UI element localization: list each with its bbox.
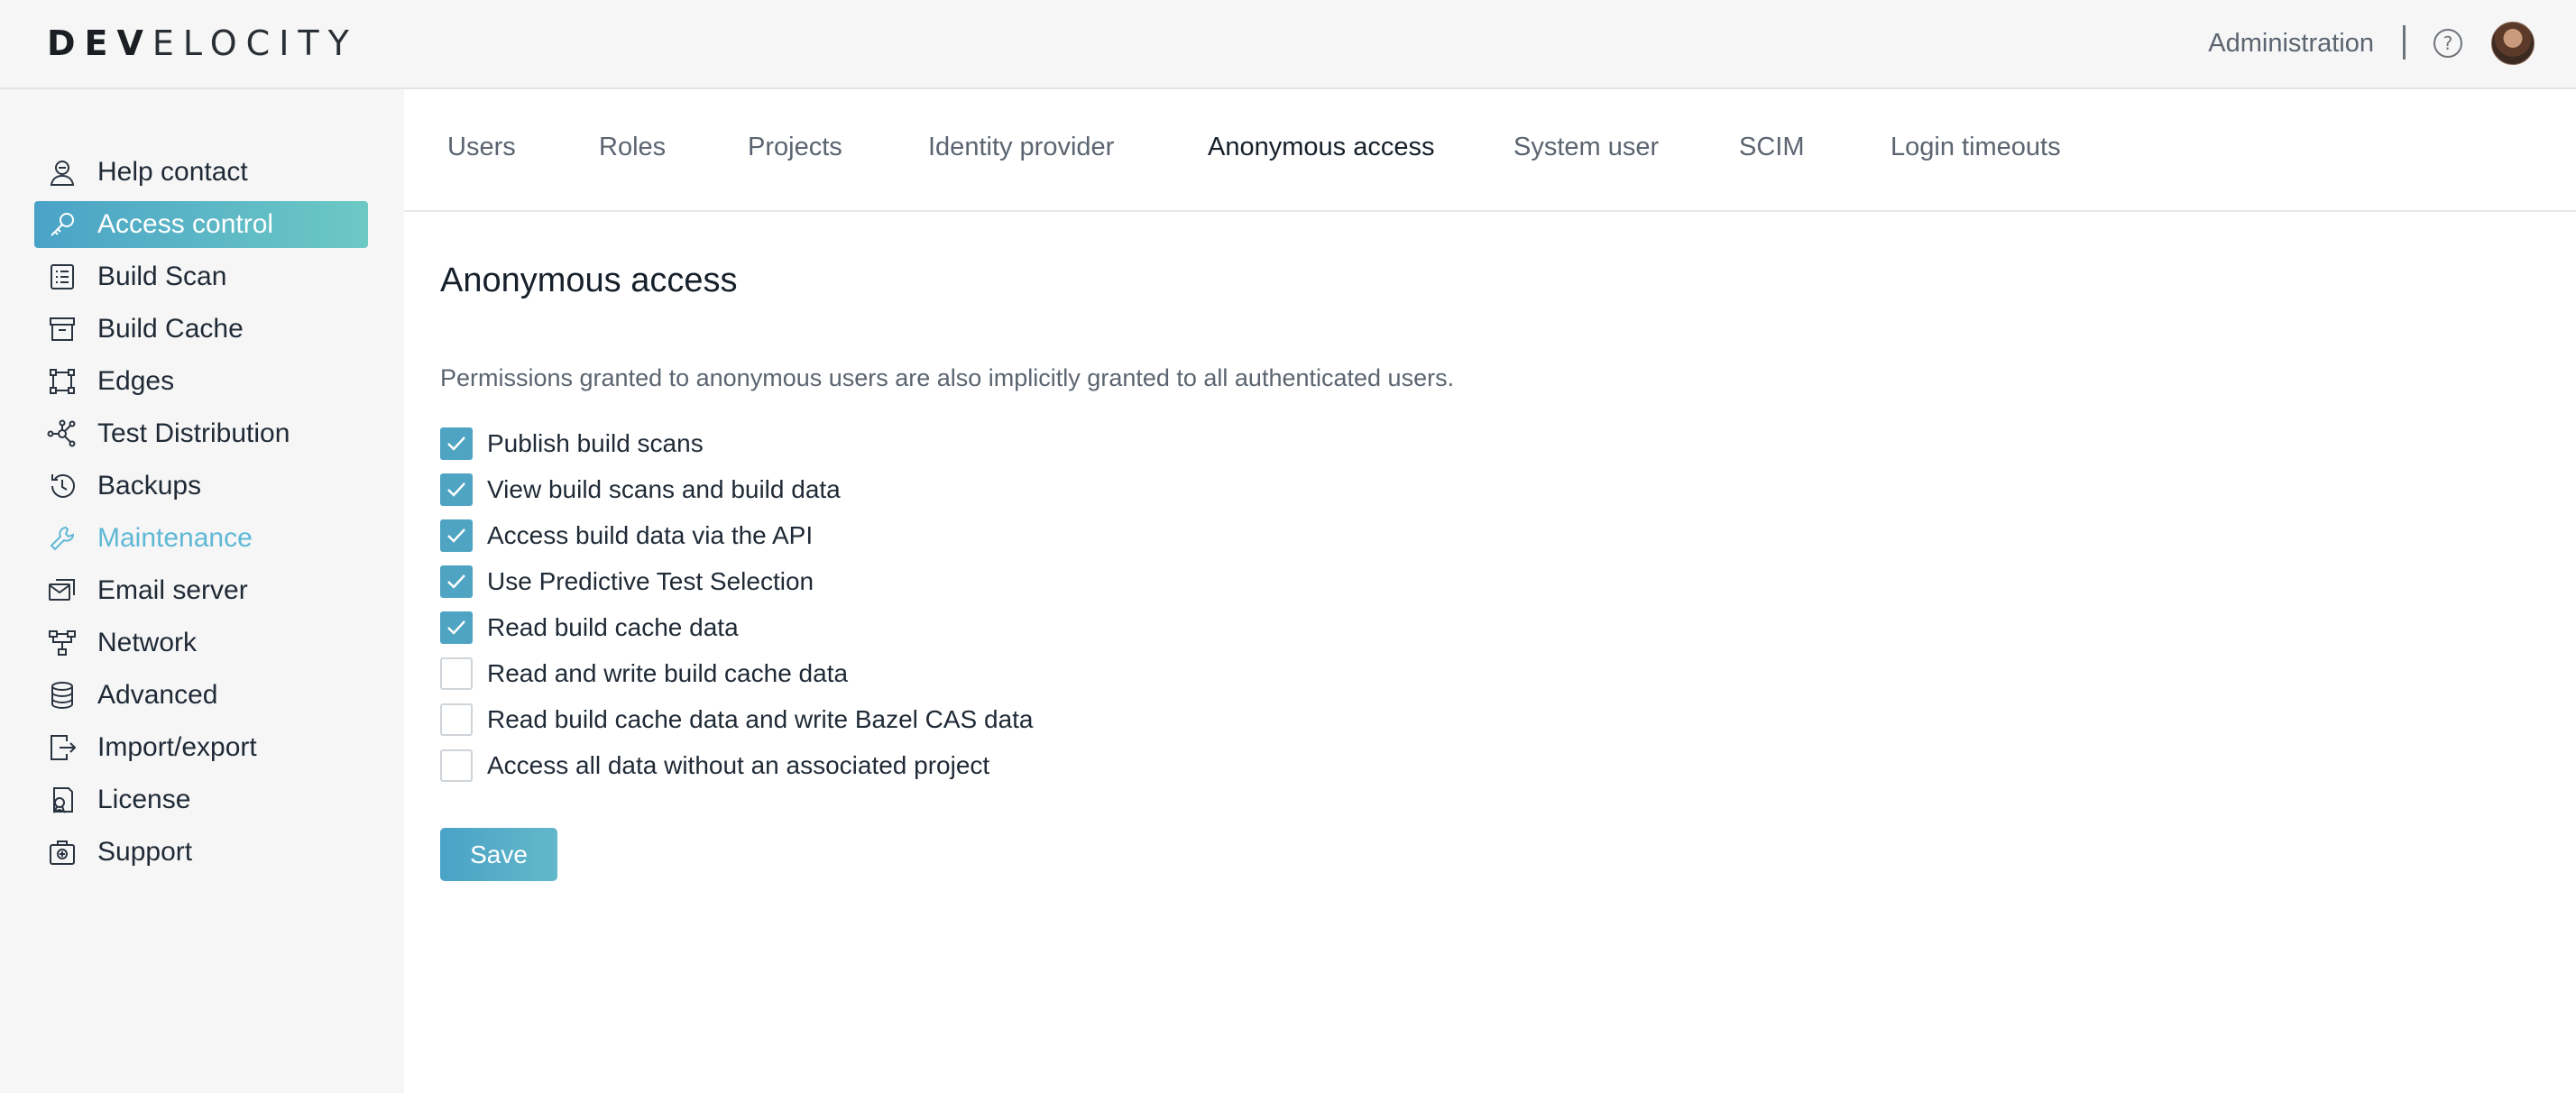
page-title: Anonymous access bbox=[440, 262, 738, 299]
permission-access-build-data-api[interactable]: Access build data via the API bbox=[440, 519, 813, 552]
sidebar-item-maintenance[interactable]: Maintenance bbox=[34, 515, 368, 562]
sidebar-item-access-control[interactable]: Access control bbox=[34, 201, 368, 248]
contact-icon bbox=[50, 161, 75, 186]
top-header: DEVELOCITY Administration ? bbox=[0, 0, 2576, 89]
develocity-logo[interactable]: DEVELOCITY bbox=[47, 23, 358, 63]
checkbox-checked[interactable] bbox=[440, 473, 473, 506]
sidebar-item-build-scan[interactable]: Build Scan bbox=[34, 253, 368, 300]
sidebar-item-backups[interactable]: Backups bbox=[34, 463, 368, 510]
check-icon bbox=[447, 482, 465, 497]
sidebar-item-network[interactable]: Network bbox=[34, 620, 368, 666]
tab-roles[interactable]: Roles bbox=[599, 133, 666, 162]
network-icon bbox=[49, 630, 76, 656]
admin-tabs: Users Roles Projects Identity provider A… bbox=[404, 89, 2576, 212]
checkbox-unchecked[interactable] bbox=[440, 657, 473, 690]
tab-anonymous-access[interactable]: Anonymous access bbox=[1208, 133, 1434, 162]
key-icon bbox=[51, 213, 74, 236]
checkbox-checked[interactable] bbox=[440, 427, 473, 460]
permission-read-cache-write-bazel-cas[interactable]: Read build cache data and write Bazel CA… bbox=[440, 703, 1034, 736]
permission-view-build-scans[interactable]: View build scans and build data bbox=[440, 473, 841, 506]
database-icon bbox=[51, 682, 73, 710]
sidebar-item-advanced[interactable]: Advanced bbox=[34, 672, 368, 719]
sidebar-item-license[interactable]: License bbox=[34, 776, 368, 823]
checkbox-unchecked[interactable] bbox=[440, 703, 473, 736]
tab-identity-provider[interactable]: Identity provider bbox=[928, 133, 1114, 162]
check-icon bbox=[447, 574, 465, 589]
distribution-icon bbox=[47, 419, 76, 447]
svg-text:?: ? bbox=[2443, 32, 2453, 54]
checkbox-checked[interactable] bbox=[440, 519, 473, 552]
permission-publish-build-scans[interactable]: Publish build scans bbox=[440, 427, 704, 460]
sidebar: Help contact Access control Build Scan B… bbox=[0, 89, 404, 1093]
permission-access-all-data-no-project[interactable]: Access all data without an associated pr… bbox=[440, 749, 989, 782]
email-icon bbox=[49, 579, 75, 601]
check-icon bbox=[447, 528, 465, 543]
checkbox-checked[interactable] bbox=[440, 565, 473, 598]
tab-projects[interactable]: Projects bbox=[748, 133, 842, 162]
sidebar-item-email-server[interactable]: Email server bbox=[34, 567, 368, 614]
checkbox-checked[interactable] bbox=[440, 611, 473, 644]
check-icon bbox=[447, 436, 465, 451]
save-button[interactable]: Save bbox=[440, 828, 557, 881]
license-icon bbox=[53, 787, 73, 813]
tab-scim[interactable]: SCIM bbox=[1739, 133, 1805, 162]
sidebar-item-import-export[interactable]: Import/export bbox=[34, 724, 368, 771]
history-icon bbox=[51, 473, 75, 498]
permission-read-write-build-cache[interactable]: Read and write build cache data bbox=[440, 657, 848, 690]
list-icon bbox=[51, 264, 74, 289]
check-icon bbox=[447, 620, 465, 635]
import-export-icon bbox=[51, 735, 77, 760]
permission-predictive-test-selection[interactable]: Use Predictive Test Selection bbox=[440, 565, 814, 598]
sidebar-item-build-cache[interactable]: Build Cache bbox=[34, 306, 368, 353]
tab-system-user[interactable]: System user bbox=[1513, 133, 1659, 162]
administration-link[interactable]: Administration bbox=[2208, 25, 2374, 61]
tab-users[interactable]: Users bbox=[447, 133, 516, 162]
page-description: Permissions granted to anonymous users a… bbox=[440, 364, 1455, 391]
wrench-icon bbox=[50, 526, 75, 551]
tab-login-timeouts[interactable]: Login timeouts bbox=[1891, 133, 2061, 162]
support-icon bbox=[50, 840, 75, 865]
edges-icon bbox=[50, 369, 75, 394]
sidebar-item-support[interactable]: Support bbox=[34, 829, 368, 876]
sidebar-item-help-contact[interactable]: Help contact bbox=[34, 149, 368, 196]
sidebar-item-test-distribution[interactable]: Test Distribution bbox=[34, 410, 368, 457]
header-divider bbox=[2403, 25, 2406, 60]
user-avatar[interactable] bbox=[2491, 22, 2535, 65]
archive-icon bbox=[50, 317, 75, 341]
checkbox-unchecked[interactable] bbox=[440, 749, 473, 782]
help-icon[interactable]: ? bbox=[2433, 28, 2463, 59]
sidebar-item-edges[interactable]: Edges bbox=[34, 358, 368, 405]
permission-read-build-cache[interactable]: Read build cache data bbox=[440, 611, 739, 644]
